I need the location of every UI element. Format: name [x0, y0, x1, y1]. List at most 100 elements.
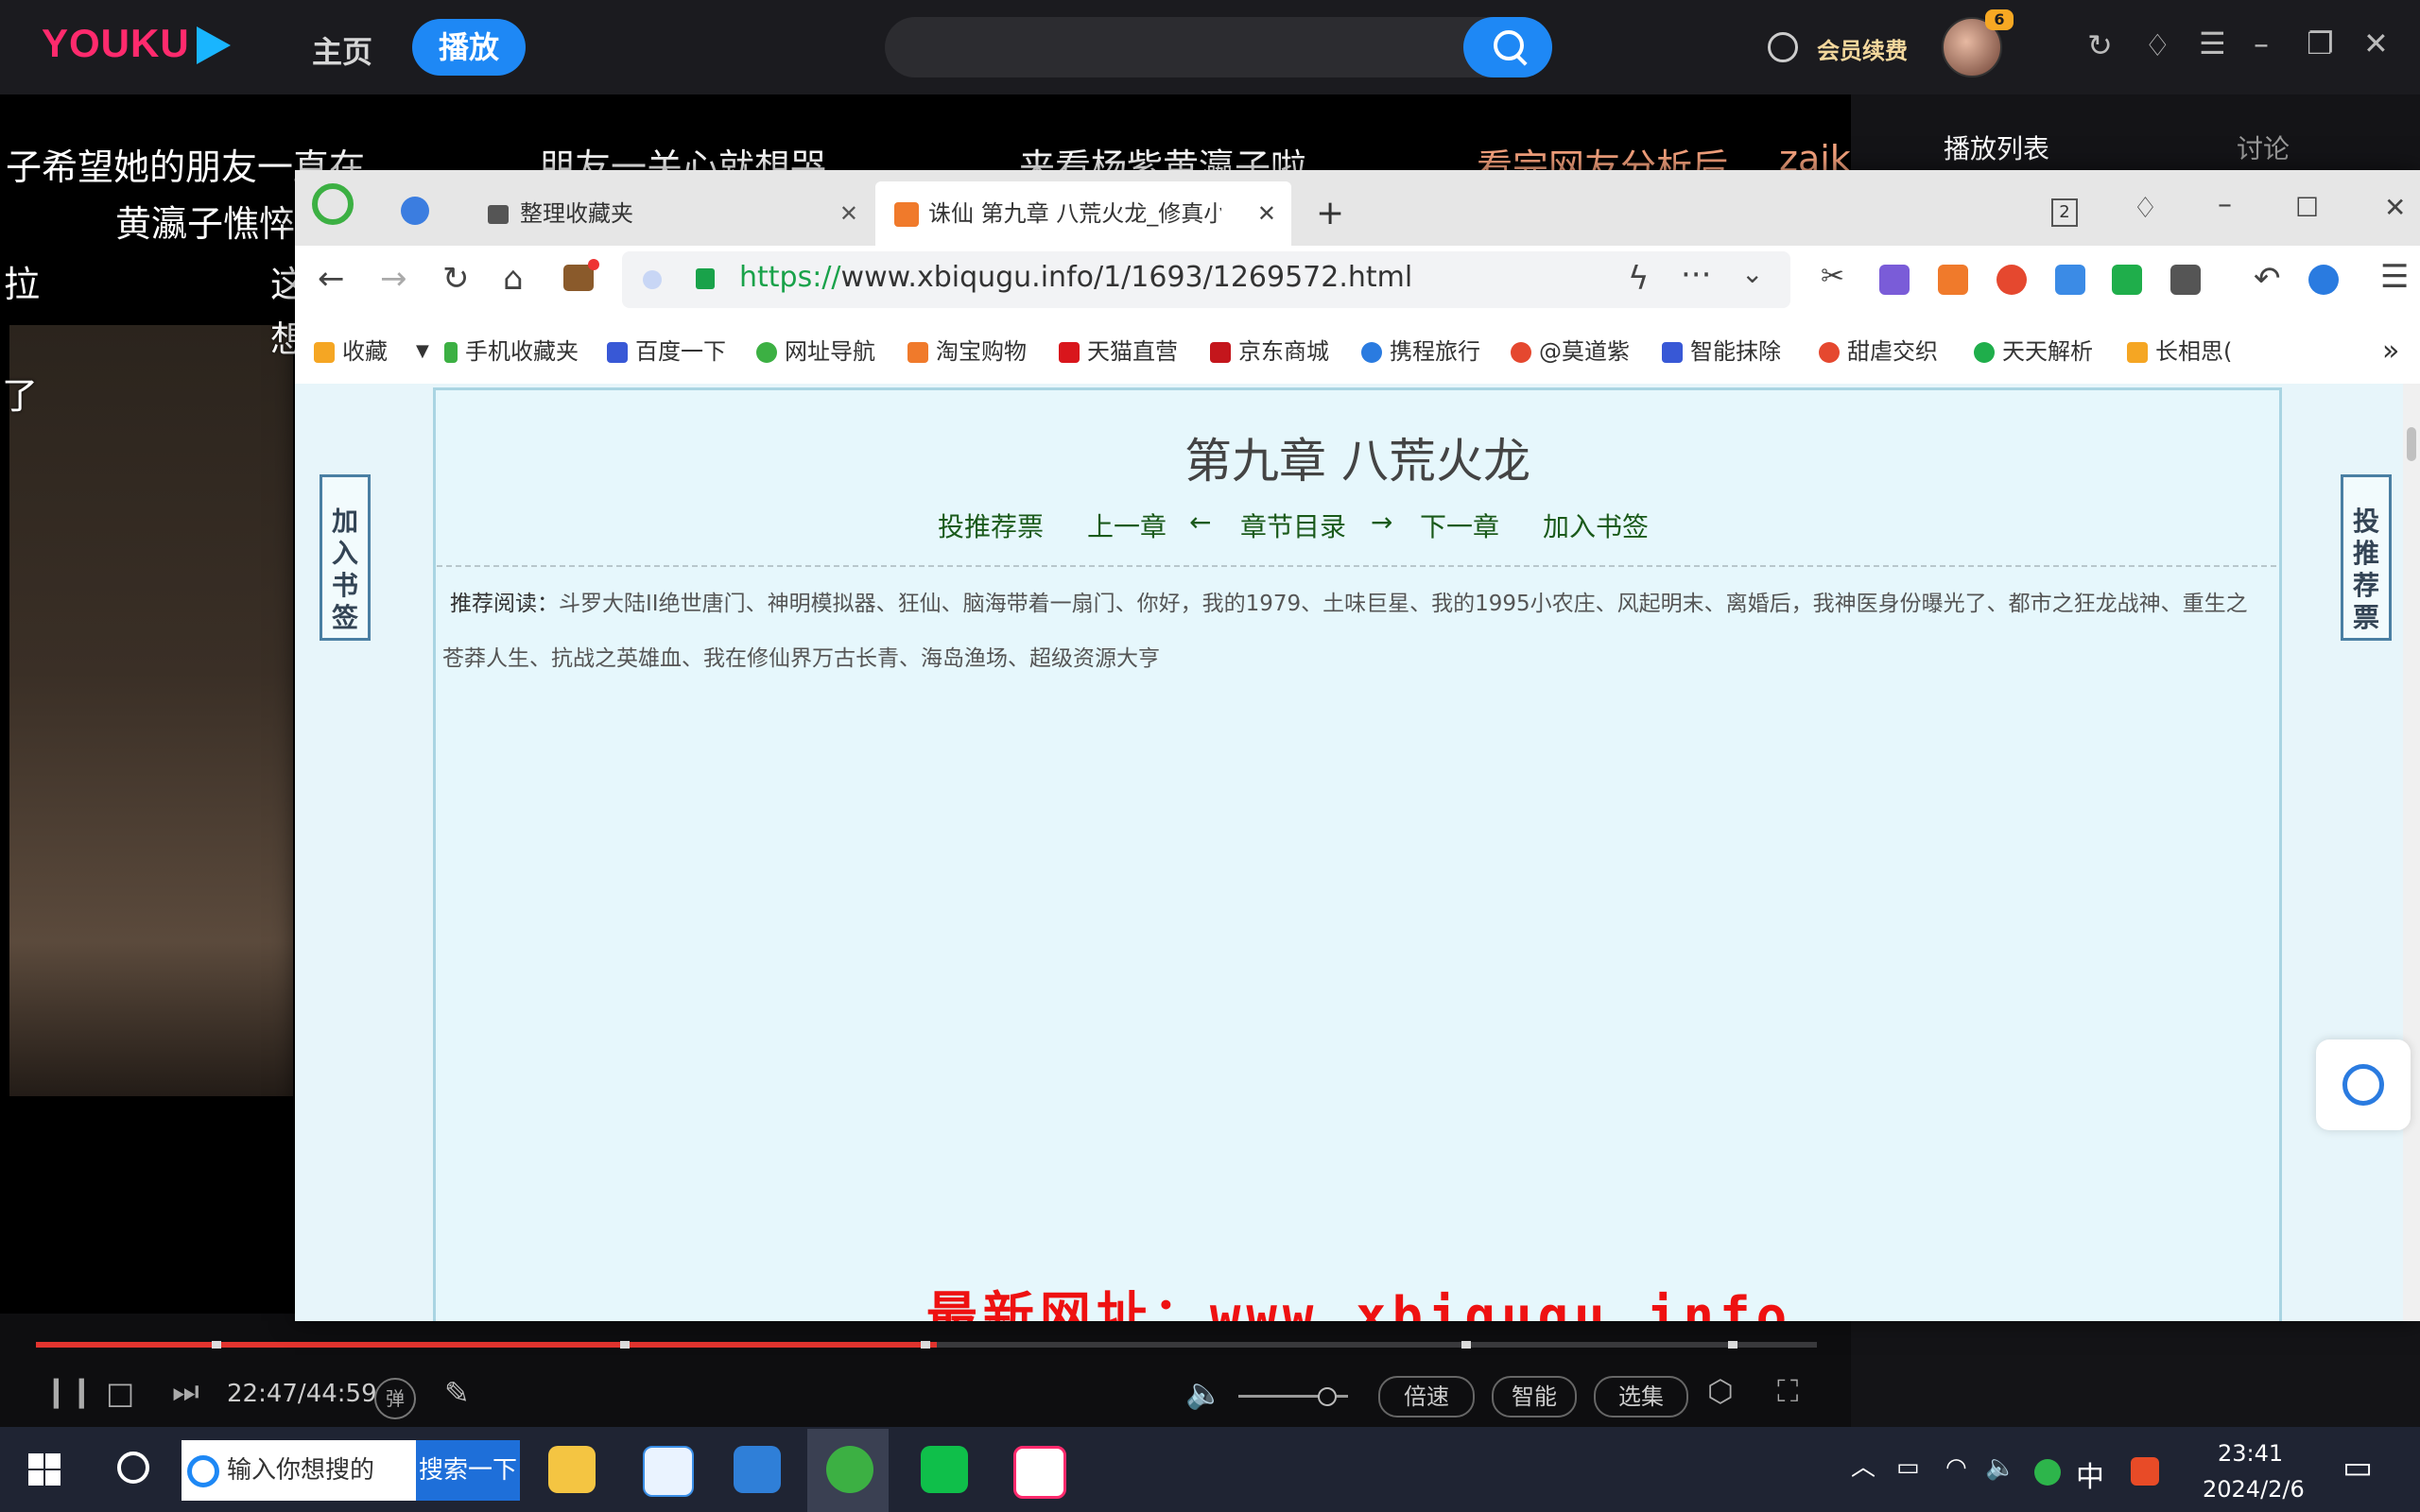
speaker-icon[interactable]: 🔈	[1985, 1455, 2015, 1480]
tab-bookmarks-manager[interactable]: 整理收藏夹 ✕	[475, 191, 872, 236]
edit-danmu-icon[interactable]: ✎	[444, 1378, 470, 1408]
translate-icon[interactable]	[1879, 265, 1910, 295]
history-icon[interactable]	[1768, 32, 1798, 62]
youku-logo[interactable]: YOUKU	[42, 21, 190, 66]
close-window-icon[interactable]: ✕	[2384, 195, 2406, 221]
taskbar-search-input[interactable]: 输入你想搜的	[182, 1440, 416, 1501]
home-icon[interactable]: ⌂	[503, 263, 524, 295]
tab-count-badge[interactable]: 2	[2051, 198, 2078, 227]
speed-button[interactable]: 倍速	[1378, 1376, 1475, 1418]
bookmark-item[interactable]: 百度一下	[607, 331, 726, 372]
tray-expand-icon[interactable]: ︿	[1851, 1455, 1876, 1480]
smart-button[interactable]: 智能	[1492, 1376, 1577, 1418]
taskbar-search-button[interactable]: 搜索一下	[416, 1440, 520, 1501]
next-episode-icon[interactable]: ⏭	[172, 1376, 199, 1406]
youku-taskbar-icon[interactable]	[1013, 1446, 1066, 1499]
floating-assistant-button[interactable]	[2316, 1040, 2411, 1130]
close-tab-icon[interactable]: ✕	[839, 191, 858, 236]
close-tab-icon[interactable]: ✕	[1257, 181, 1276, 246]
stop-icon[interactable]: □	[106, 1378, 134, 1408]
scrollbar[interactable]	[2403, 384, 2420, 1321]
menu-icon[interactable]: ☰	[2199, 28, 2226, 59]
youku-search-input[interactable]	[885, 17, 1552, 77]
extensions-icon[interactable]	[2170, 265, 2201, 295]
browser-menu-icon[interactable]: ☰	[2380, 261, 2409, 293]
side-vote-button[interactable]: 投推荐票	[2341, 474, 2392, 641]
volume-icon[interactable]: 🔈	[1185, 1378, 1223, 1408]
bookmark-item[interactable]: 携程旅行	[1361, 331, 1480, 372]
weibo-icon[interactable]	[1996, 265, 2027, 295]
refresh-icon[interactable]: ↻	[2087, 30, 2113, 60]
mail-icon[interactable]	[2055, 265, 2085, 295]
windows-start-icon[interactable]	[28, 1453, 60, 1486]
bookmark-item[interactable]: 天天解析	[1974, 331, 2093, 372]
scrollbar-thumb[interactable]	[2407, 427, 2416, 461]
tray-app-icon[interactable]	[2034, 1459, 2061, 1486]
maximize-icon[interactable]: ☐	[2295, 195, 2319, 221]
bookmark-item[interactable]: 智能抹除	[1662, 331, 1781, 372]
more-icon[interactable]: ···	[1681, 259, 1711, 291]
pause-icon[interactable]: ❙❙	[43, 1376, 95, 1406]
sogou-ime-icon[interactable]	[2131, 1457, 2159, 1486]
bookmark-item[interactable]: 京东商城	[1210, 331, 1329, 372]
url-text[interactable]: https://www.xbiqugu.info/1/1693/1269572.…	[739, 261, 1412, 294]
game-icon[interactable]	[1938, 265, 1968, 295]
episodes-button[interactable]: 选集	[1594, 1376, 1688, 1418]
file-explorer-icon[interactable]	[548, 1446, 596, 1493]
forward-icon[interactable]: →	[380, 263, 407, 295]
vote-link[interactable]: 投推荐票	[938, 507, 1044, 544]
iqiyi-icon[interactable]	[921, 1446, 968, 1493]
bookmark-item[interactable]: 淘宝购物	[908, 331, 1027, 372]
undo-icon[interactable]: ↶	[2254, 263, 2281, 295]
clock-time[interactable]: 23:41	[2218, 1440, 2283, 1467]
browser-logo-icon[interactable]	[312, 183, 354, 225]
lightning-icon[interactable]: ϟ	[1628, 263, 1649, 295]
bookmark-item[interactable]: 网址导航	[756, 331, 875, 372]
recommended-list[interactable]: 斗罗大陆II绝世唐门、神明模拟器、狂仙、脑海带着一扇门、你好，我的1979、土味…	[442, 592, 2248, 671]
chevron-down-icon[interactable]: ▼	[416, 331, 429, 372]
volume-handle[interactable]	[1318, 1387, 1337, 1406]
add-bookmark-link[interactable]: 加入书签	[1543, 507, 1649, 544]
bookmark-item[interactable]: 长相思(	[2127, 331, 2232, 372]
bookmark-favorites[interactable]: 收藏	[314, 331, 388, 372]
tab-playlist[interactable]: 播放列表	[1944, 129, 2049, 166]
bookmark-item[interactable]: 天猫直营	[1059, 331, 1178, 372]
lock-icon[interactable]	[696, 268, 715, 289]
back-icon[interactable]: ←	[318, 263, 345, 295]
skin-icon[interactable]: ♢	[2144, 30, 2171, 60]
tab-active-chapter[interactable]: 诛仙 第九章 八荒火龙_修真小说 ✕	[875, 181, 1291, 246]
reader-icon[interactable]	[2112, 265, 2142, 295]
bookmark-item[interactable]: 手机收藏夹	[444, 331, 579, 372]
youku-search-button[interactable]	[1463, 17, 1552, 77]
scissors-icon[interactable]: ✂	[1821, 263, 1844, 291]
reload-icon[interactable]: ↻	[442, 263, 470, 295]
chevron-down-icon[interactable]: ⌄	[1741, 261, 1763, 287]
danmu-toggle[interactable]: 弹	[374, 1378, 416, 1419]
skin-icon[interactable]: ♢	[2133, 195, 2158, 223]
ime-indicator[interactable]: 中	[2076, 1453, 2104, 1495]
close-icon[interactable]: ✕	[2363, 28, 2389, 59]
new-tab-icon[interactable]: +	[1316, 197, 1344, 231]
tab-discussion[interactable]: 讨论	[2237, 129, 2290, 166]
battery-icon[interactable]: ▭	[1896, 1455, 1920, 1480]
bookmark-item[interactable]: 甜虐交织	[1819, 331, 1938, 372]
prev-chapter-link[interactable]: 上一章	[1087, 507, 1167, 544]
vip-renew-link[interactable]: 会员续费	[1817, 32, 1908, 65]
wifi-icon[interactable]: ◠	[1945, 1455, 1967, 1480]
baidu-netdisk-icon[interactable]	[643, 1446, 694, 1497]
search-icon[interactable]	[117, 1452, 149, 1484]
bookmark-item[interactable]: @莫道紫	[1511, 331, 1630, 372]
nav-play[interactable]: 播放	[412, 19, 526, 76]
nav-home[interactable]: 主页	[312, 28, 372, 72]
360-browser-icon[interactable]	[826, 1446, 873, 1493]
settings-icon[interactable]: ⬡	[1707, 1376, 1734, 1406]
minimize-icon[interactable]: –	[2254, 28, 2269, 59]
next-chapter-link[interactable]: 下一章	[1420, 507, 1499, 544]
restore-icon[interactable]: ❐	[2307, 28, 2334, 59]
side-bookmark-button[interactable]: 加入书签	[320, 474, 371, 641]
site-info-icon[interactable]	[643, 270, 662, 289]
toc-link[interactable]: 章节目录	[1240, 507, 1346, 544]
assistant-icon[interactable]	[2308, 265, 2339, 295]
minimize-icon[interactable]: –	[2218, 191, 2232, 219]
clock-date[interactable]: 2024/2/6	[2203, 1476, 2305, 1503]
